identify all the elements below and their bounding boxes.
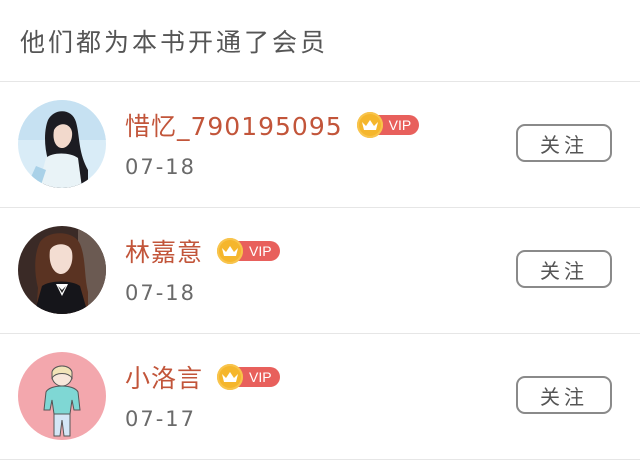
vip-label: VIP xyxy=(237,241,280,261)
list-item: 林嘉意 VIP 07-18 关注 xyxy=(0,208,640,334)
list-item: 惜忆_790195095 VIP 07-18 关注 xyxy=(0,82,640,208)
list-item: 小洛言 VIP 07-17 关注 xyxy=(0,334,640,460)
follow-button[interactable]: 关注 xyxy=(516,124,612,162)
name-line: 小洛言 VIP xyxy=(125,360,280,394)
member-date: 07-18 xyxy=(125,281,197,305)
member-name[interactable]: 小洛言 xyxy=(125,359,203,395)
name-line: 林嘉意 VIP xyxy=(125,234,280,268)
follow-button[interactable]: 关注 xyxy=(516,250,612,288)
crown-icon xyxy=(217,238,244,264)
member-date: 07-17 xyxy=(125,407,197,431)
vip-label: VIP xyxy=(237,367,280,387)
vip-badge: VIP xyxy=(356,112,420,138)
member-name[interactable]: 惜忆_790195095 xyxy=(125,107,343,143)
avatar[interactable] xyxy=(18,100,106,188)
avatar[interactable] xyxy=(18,352,106,440)
member-list-page: 他们都为本书开通了会员 惜忆_790195095 VIP 07-18 关注 林嘉… xyxy=(0,0,640,465)
avatar[interactable] xyxy=(18,226,106,314)
page-title: 他们都为本书开通了会员 xyxy=(20,27,329,57)
name-line: 惜忆_790195095 VIP xyxy=(125,107,420,143)
vip-badge: VIP xyxy=(217,364,280,390)
crown-icon xyxy=(356,112,383,138)
crown-icon xyxy=(217,364,244,390)
header: 他们都为本书开通了会员 xyxy=(0,0,640,82)
member-name[interactable]: 林嘉意 xyxy=(125,233,203,269)
vip-badge: VIP xyxy=(217,238,280,264)
vip-label: VIP xyxy=(376,115,420,135)
member-date: 07-18 xyxy=(125,155,197,179)
follow-button[interactable]: 关注 xyxy=(516,376,612,414)
